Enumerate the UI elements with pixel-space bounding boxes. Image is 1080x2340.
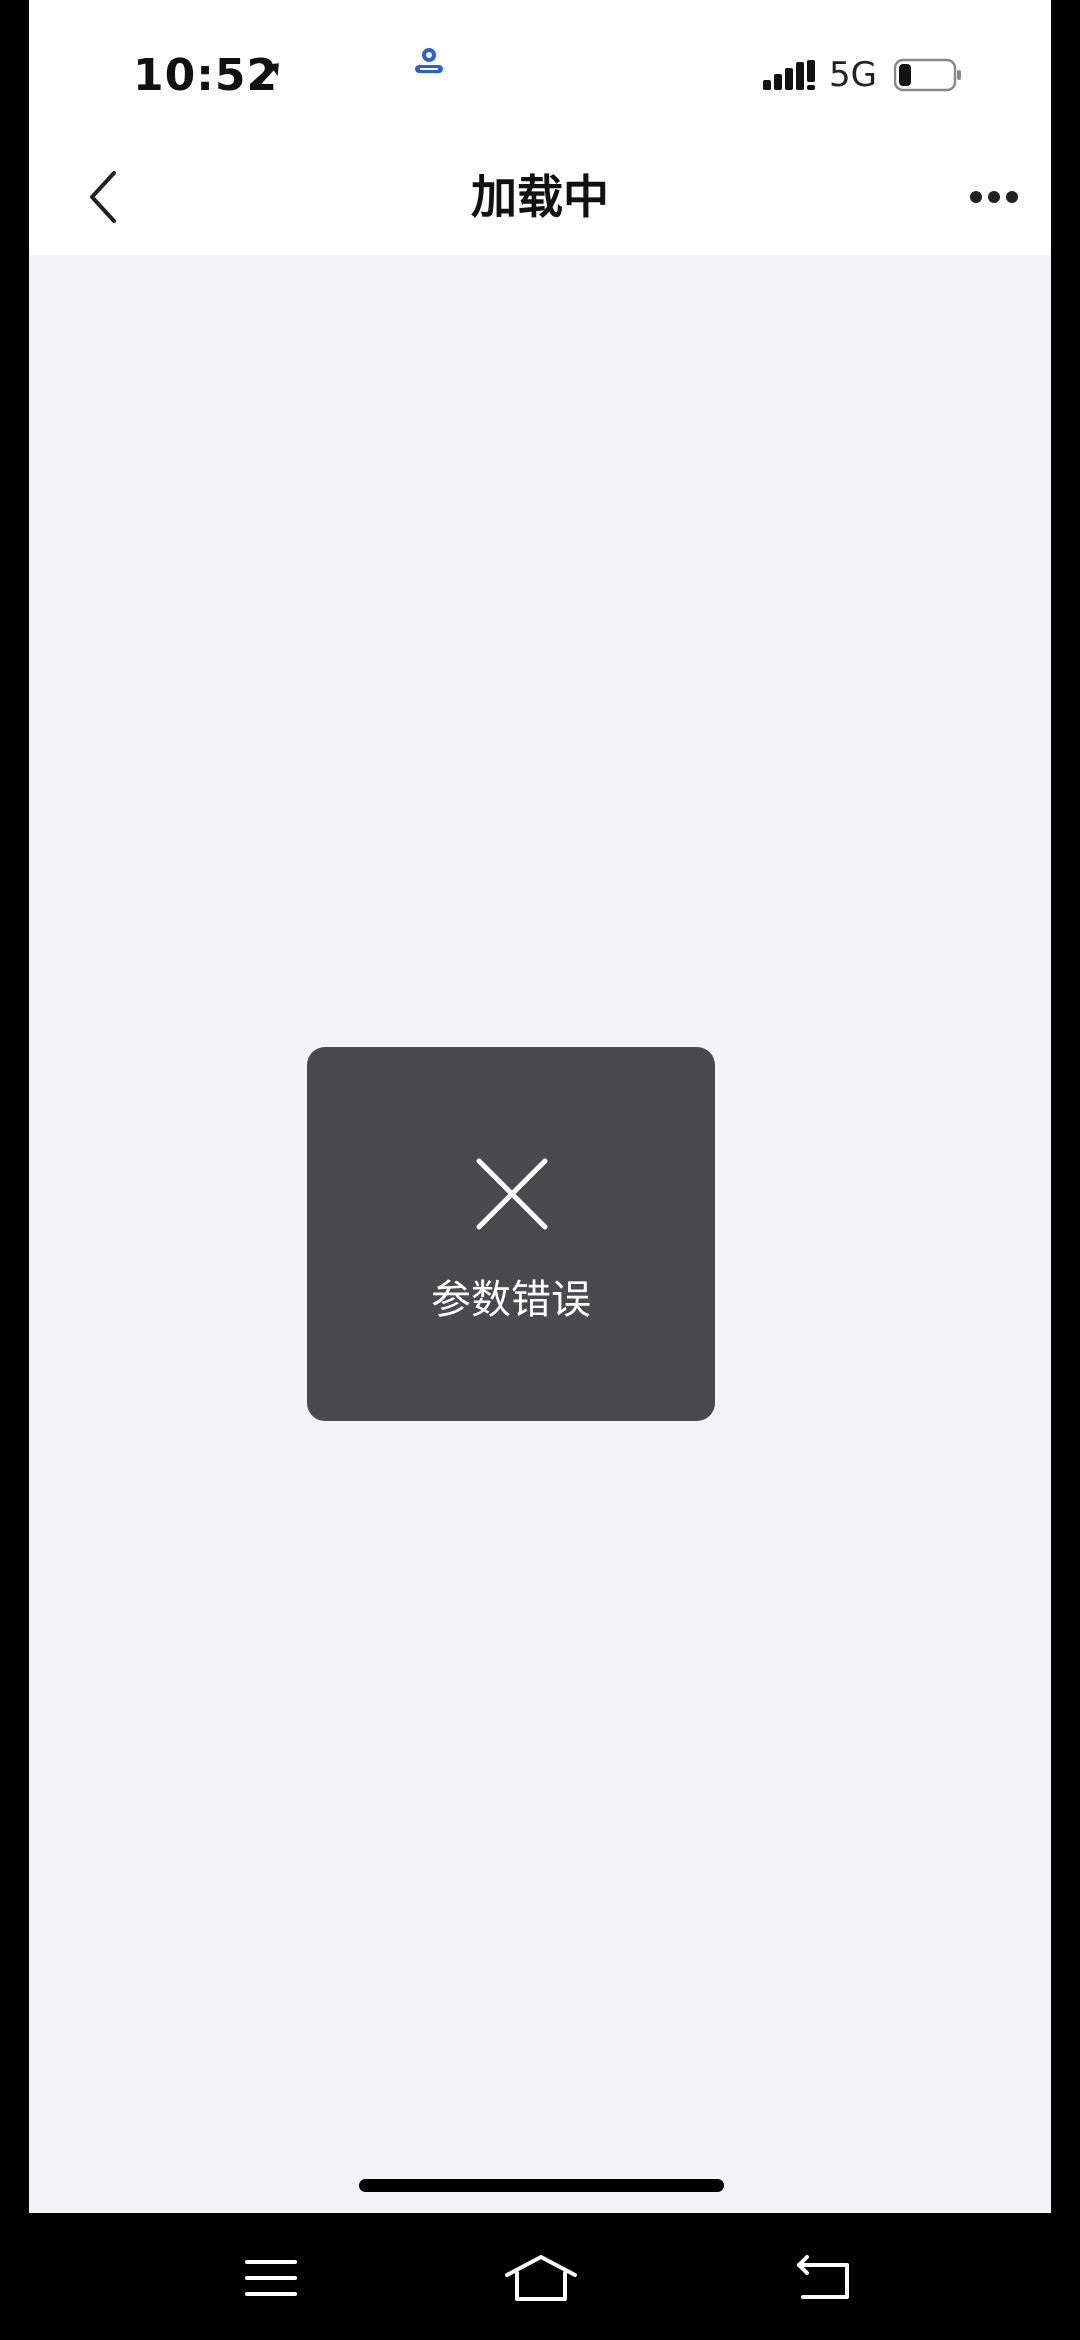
error-toast: 参数错误	[307, 1047, 715, 1421]
page-title: 加载中	[471, 170, 609, 224]
home-indicator[interactable]	[359, 2179, 724, 2192]
network-type: 5G	[829, 55, 877, 95]
back-icon	[797, 2255, 849, 2299]
system-navigation-bar	[0, 2213, 1080, 2340]
home-icon	[505, 2255, 577, 2301]
status-bar: 10:52 ➚ 5G	[29, 0, 1051, 140]
battery-icon	[894, 58, 961, 92]
phone-screen: 10:52 ➚ 5G 加载中 参数错误	[0, 0, 1080, 2340]
app-notification-icon	[415, 48, 443, 73]
menu-button[interactable]	[226, 2243, 316, 2313]
more-button[interactable]	[949, 152, 1039, 242]
system-back-button[interactable]	[778, 2243, 868, 2313]
navigation-bar: 加载中	[29, 140, 1051, 255]
back-button[interactable]	[59, 152, 149, 242]
menu-icon	[245, 2260, 297, 2296]
signal-bars-icon	[763, 60, 815, 90]
chevron-left-icon	[90, 171, 116, 223]
more-dots-icon	[970, 191, 1018, 203]
home-button[interactable]	[496, 2243, 586, 2313]
toast-message: 参数错误	[431, 1277, 591, 1323]
location-arrow-icon: ➚	[253, 50, 285, 94]
close-x-icon	[476, 1158, 548, 1230]
